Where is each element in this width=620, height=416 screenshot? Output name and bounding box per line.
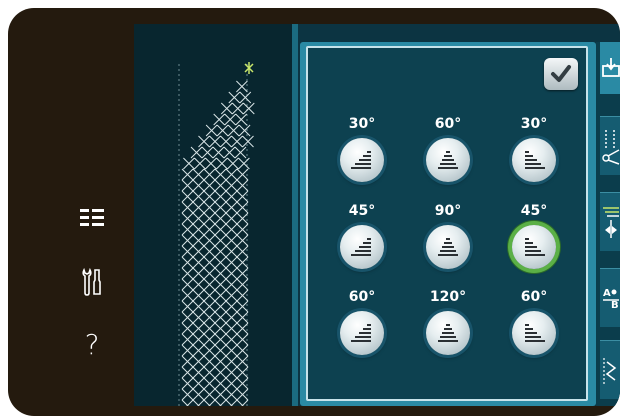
stitch-preview [134, 24, 292, 406]
taper-left-icon [351, 151, 371, 169]
stitch-lattice [181, 80, 255, 406]
taper-left-icon [351, 324, 371, 342]
angle-label: 60° [434, 116, 462, 132]
confirm-button[interactable] [544, 58, 578, 90]
tie-off-tab[interactable] [600, 116, 620, 175]
angle-label: 45° [520, 203, 548, 219]
taper-right-icon [525, 238, 545, 256]
taper-right-icon [525, 151, 545, 169]
taper-60-right-button[interactable] [512, 311, 556, 355]
taper-center-icon [438, 324, 458, 342]
taper-90-center-button[interactable] [426, 225, 470, 269]
svg-text:B: B [611, 300, 619, 311]
angle-label: 120° [429, 289, 467, 305]
svg-text:A: A [603, 288, 611, 299]
help-button[interactable]: ? [78, 328, 106, 362]
menu-list-icon [80, 209, 104, 226]
taper-45-right-button-selected[interactable] [512, 225, 556, 269]
angle-label: 45° [348, 203, 376, 219]
taper-center-icon [438, 151, 458, 169]
taper-center-icon [438, 238, 458, 256]
stitch-insert-tab[interactable] [600, 42, 620, 94]
angle-label: 60° [348, 289, 376, 305]
mirror-icon [603, 207, 619, 238]
taper-left-icon [351, 238, 371, 256]
zigzag-tab[interactable] [600, 340, 620, 399]
angle-label: 30° [348, 116, 376, 132]
taper-right-icon [525, 324, 545, 342]
angle-label: 30° [520, 116, 548, 132]
taper-30-left-button[interactable] [340, 138, 384, 182]
taper-60-left-button[interactable] [340, 311, 384, 355]
zigzag-icon [603, 358, 617, 384]
mirror-tab[interactable] [600, 192, 620, 251]
taper-45-left-button[interactable] [340, 225, 384, 269]
screen-divider [292, 24, 298, 406]
text-tab[interactable]: A B [600, 268, 620, 327]
help-icon: ? [84, 328, 100, 361]
taper-120-center-button[interactable] [426, 311, 470, 355]
angle-label: 60° [520, 289, 548, 305]
checkmark-icon [551, 65, 571, 82]
tools-icon [82, 268, 101, 296]
machine-bezel: ? 30° 60° 30° 45° 90° 45° 60° 120° 60° A… [8, 8, 620, 416]
taper-30-right-button[interactable] [512, 138, 556, 182]
tools-button[interactable] [78, 265, 106, 299]
menu-list-button[interactable] [78, 201, 106, 235]
angle-label: 90° [434, 203, 462, 219]
stitch-insert-icon [602, 58, 620, 77]
taper-60-center-button[interactable] [426, 138, 470, 182]
touch-screen: 30° 60° 30° 45° 90° 45° 60° 120° 60° A B [134, 24, 620, 406]
tie-off-scissors-icon [602, 130, 620, 165]
text-ab-icon: A B [603, 288, 619, 311]
stitch-pattern-graphic [178, 62, 255, 406]
